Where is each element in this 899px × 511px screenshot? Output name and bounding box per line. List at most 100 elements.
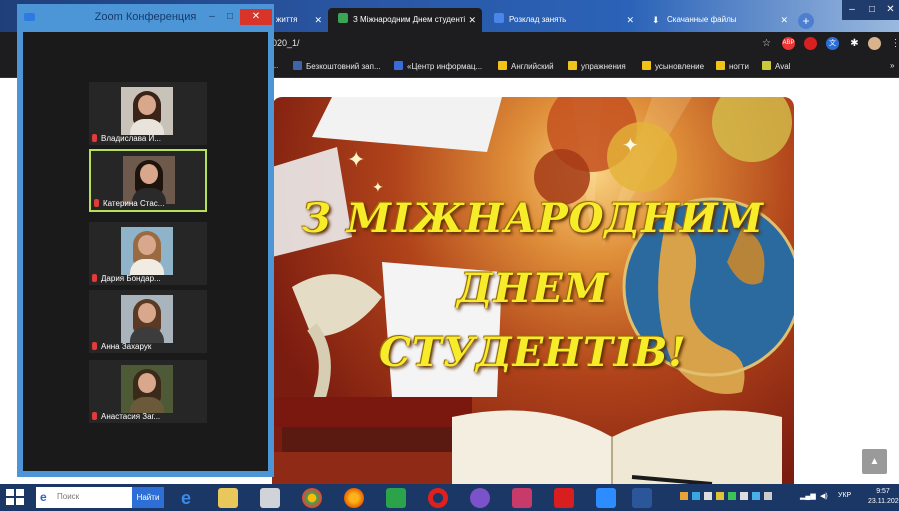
zoom-minimize-button[interactable]: – — [203, 8, 221, 26]
site-icon — [394, 61, 403, 70]
firefox-icon[interactable] — [344, 488, 364, 508]
maximize-window-button[interactable]: □ — [862, 0, 882, 20]
participant-tile[interactable]: Дария Бондар... — [89, 222, 207, 285]
profile-avatar[interactable] — [868, 37, 881, 50]
bookmark-label: «Центр информац... — [407, 62, 483, 71]
bookmark-label: Безкоштовний зап... — [306, 62, 381, 71]
bookmark-item[interactable]: «Центр информац... — [394, 61, 482, 71]
bookmark-item[interactable]: усыновление — [642, 61, 704, 71]
windows-start-button[interactable] — [6, 489, 24, 506]
word-icon[interactable] — [632, 488, 652, 508]
url-field[interactable]: 020_1/ — [272, 38, 300, 48]
muted-mic-icon — [92, 134, 97, 142]
document-icon[interactable] — [260, 488, 280, 508]
participant-name: Анна Захарук — [92, 342, 151, 351]
folder-icon — [498, 61, 507, 70]
opera-icon[interactable] — [428, 488, 448, 508]
extensions-puzzle-icon[interactable]: ✱ — [848, 37, 861, 50]
translate-icon[interactable]: 文 — [826, 37, 839, 50]
participant-name: Владислава И... — [92, 134, 161, 143]
folder-icon — [716, 61, 725, 70]
download-icon: ⬇ — [652, 15, 660, 25]
system-tray-icons[interactable] — [680, 492, 776, 502]
participant-tile[interactable]: Анна Захарук — [89, 290, 207, 353]
participant-photo — [121, 87, 173, 135]
acrobat-icon[interactable] — [554, 488, 574, 508]
folder-icon — [568, 61, 577, 70]
poster-title-line-3: СТУДЕНТІВ! — [379, 329, 687, 376]
tab-downloads[interactable]: ⬇ Скачанные файлы ✕ — [642, 8, 794, 32]
minimize-window-button[interactable]: – — [842, 0, 862, 20]
participant-photo — [123, 156, 175, 204]
tab-schedule[interactable]: Розклад занять ✕ — [484, 8, 640, 32]
muted-mic-icon — [92, 412, 97, 420]
internet-explorer-icon[interactable]: e — [176, 488, 196, 508]
tab-label: З Міжнародним Днем студенті — [353, 15, 466, 24]
tab-label: Скачанные файлы — [667, 15, 737, 24]
close-tab-icon[interactable]: ✕ — [314, 8, 322, 32]
svg-text:✦: ✦ — [347, 148, 365, 173]
favicon-icon — [338, 13, 348, 23]
bookmark-star-icon[interactable]: ☆ — [760, 37, 773, 50]
zoom-gallery: Владислава И... Катерина Стас... Дария Б… — [23, 32, 268, 471]
participant-tile[interactable]: Анастасия Заг... — [89, 360, 207, 423]
bookmark-item[interactable]: ногти — [716, 61, 749, 71]
adblock-icon[interactable]: ABP — [782, 37, 795, 50]
search-placeholder: Поиск — [57, 492, 80, 501]
bookmark-label: Английский — [511, 62, 554, 71]
menu-kebab-icon[interactable]: ⋮ — [889, 37, 899, 50]
bookmark-item[interactable]: Безкоштовний зап... — [293, 61, 381, 71]
folder-icon — [642, 61, 651, 70]
taskbar-clock[interactable]: 9:57 23.11.2020 — [868, 487, 899, 507]
store-icon[interactable] — [386, 488, 406, 508]
scroll-to-top-button[interactable]: ▲ — [862, 449, 887, 474]
viber-icon[interactable] — [470, 488, 490, 508]
close-window-button[interactable]: ✕ — [882, 0, 899, 20]
students-day-poster: ✦ ✦ ✦ З МІЖНАРОДНИМ ДНЕМ СТУДЕНТІВ! — [272, 97, 794, 484]
zoom-app-icon[interactable] — [596, 488, 616, 508]
poster-title-line-2: ДНЕМ — [456, 265, 610, 312]
file-explorer-icon[interactable] — [218, 488, 238, 508]
tab-students-day[interactable]: З Міжнародним Днем студенті ✕ — [328, 8, 482, 32]
poster-title-line-1: З МІЖНАРОДНИМ — [302, 195, 764, 242]
volume-icon[interactable]: ◀) — [820, 492, 828, 500]
bookmark-item[interactable]: Английский — [498, 61, 554, 71]
bookmark-item[interactable]: упражнения — [568, 61, 626, 71]
tab-label: життя — [276, 15, 298, 24]
participant-tile-active[interactable]: Катерина Стас... — [89, 149, 207, 212]
close-tab-icon[interactable]: ✕ — [780, 8, 788, 32]
zoom-window: Zoom Конференция – □ ✕ Владислава И... К… — [17, 4, 274, 477]
muted-mic-icon — [94, 199, 99, 207]
muted-mic-icon — [92, 342, 97, 350]
new-tab-button[interactable]: + — [798, 13, 814, 29]
participant-tile[interactable]: Владислава И... — [89, 82, 207, 145]
svg-text:✦: ✦ — [372, 180, 384, 196]
aval-icon — [762, 61, 771, 70]
language-indicator[interactable]: УКР — [838, 492, 851, 499]
bookmark-item[interactable]: Aval — [762, 61, 790, 71]
zoom-maximize-button[interactable]: □ — [221, 8, 239, 26]
docs-icon — [494, 13, 504, 23]
bookmark-label: упражнения — [581, 62, 626, 71]
svg-text:✦: ✦ — [622, 133, 639, 157]
participant-name: Анастасия Заг... — [92, 412, 160, 421]
shield-icon — [293, 61, 302, 70]
close-tab-icon[interactable]: ✕ — [468, 8, 476, 32]
search-find-button[interactable]: Найти — [132, 487, 164, 508]
tab-life[interactable]: життя ✕ — [266, 8, 328, 32]
taskbar-search-box[interactable]: e Поиск — [36, 487, 132, 508]
signal-icon[interactable]: ▂▄▆ — [800, 492, 816, 500]
clock-date: 23.11.2020 — [868, 498, 899, 505]
close-tab-icon[interactable]: ✕ — [626, 8, 634, 32]
zoom-title-bar[interactable]: Zoom Конференция – □ ✕ — [17, 4, 274, 32]
windows-taskbar: e Поиск Найти e ▂▄▆ ◀) УКР 9:57 23.11.20… — [0, 484, 899, 511]
clock-time: 9:57 — [876, 488, 890, 495]
extension-icon[interactable] — [804, 37, 817, 50]
chrome-icon[interactable] — [302, 488, 322, 508]
participant-photo — [121, 227, 173, 275]
participant-photo — [121, 365, 173, 413]
bookmark-label: Aval — [775, 62, 791, 71]
bookmarks-overflow[interactable]: » — [890, 61, 894, 70]
app-icon[interactable] — [512, 488, 532, 508]
zoom-close-button[interactable]: ✕ — [240, 9, 272, 25]
